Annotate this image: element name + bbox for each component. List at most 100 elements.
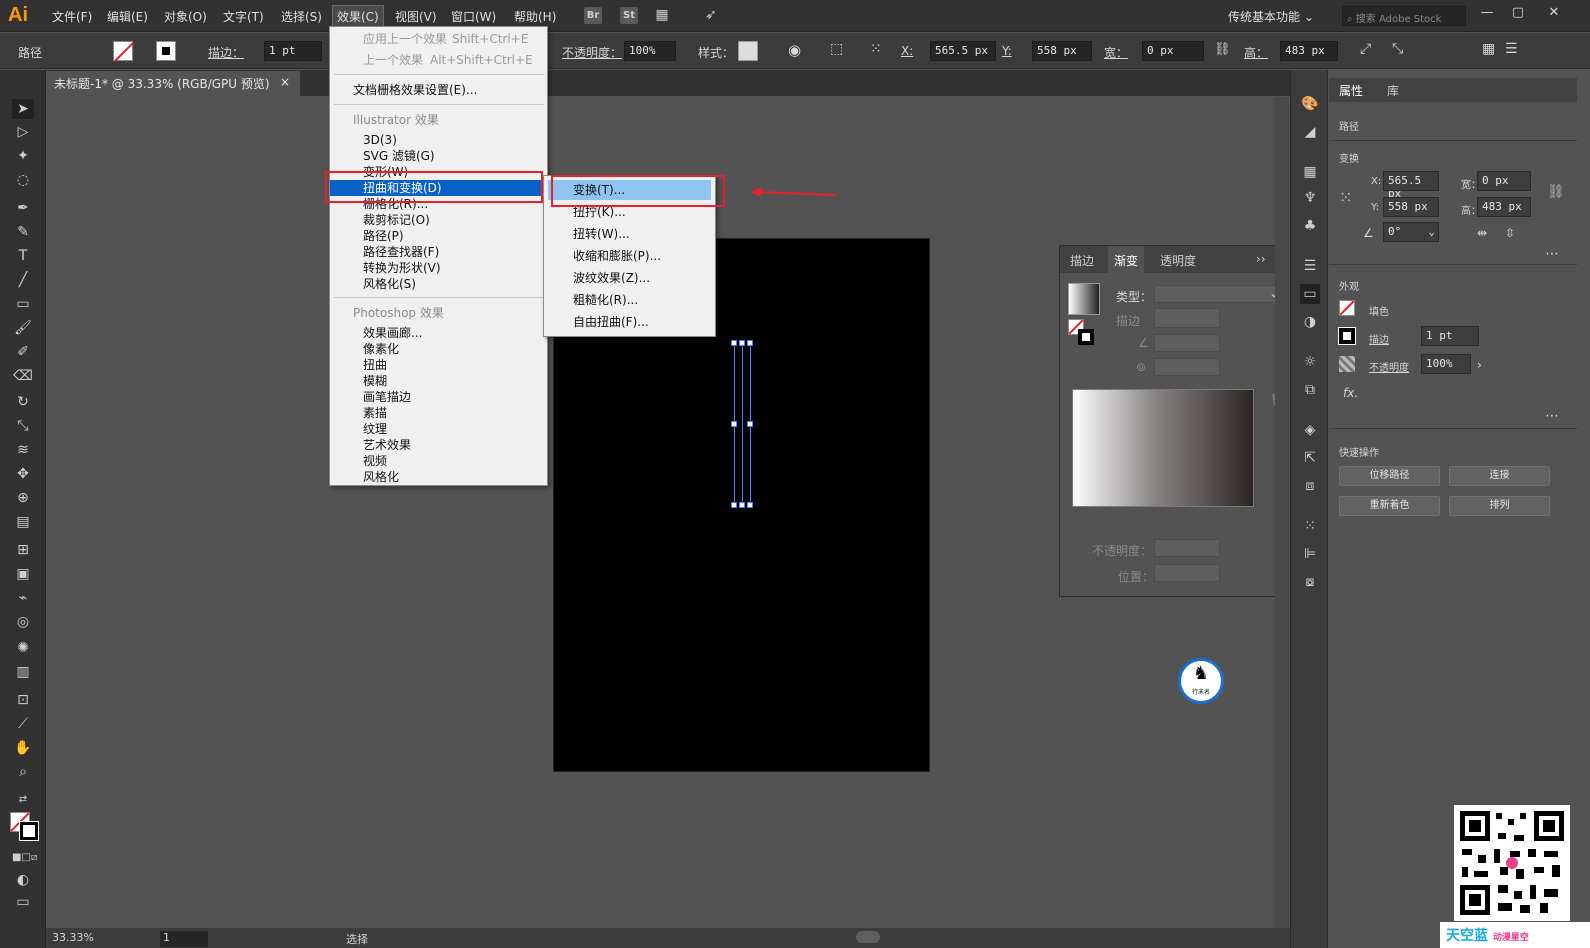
panel-grid-icon[interactable]: ▦	[1482, 41, 1495, 57]
magic-wand-tool-icon[interactable]: ✦	[12, 146, 34, 166]
menu-item-stylize-ps[interactable]: 风格化	[330, 469, 547, 485]
w-field[interactable]: 0 px	[1142, 41, 1204, 61]
eyedropper-tool-icon[interactable]: ⌁	[12, 588, 34, 608]
constrain-proportions-icon[interactable]: ⛓	[1547, 184, 1565, 200]
color-mode-icon[interactable]: ■□⧄	[12, 848, 37, 868]
menu-item-pathfinder[interactable]: 路径查找器(F)	[330, 244, 547, 260]
column-graph-tool-icon[interactable]: ▥	[12, 662, 34, 682]
menu-object[interactable]: 对象(O)	[164, 8, 207, 25]
horizontal-scrollbar-thumb[interactable]	[856, 931, 880, 943]
h-field[interactable]: 483 px	[1477, 197, 1531, 217]
gradient-type-select[interactable]: ⌄	[1154, 285, 1284, 303]
join-button[interactable]: 连接	[1449, 466, 1550, 486]
x-field[interactable]: 565.5 px	[930, 41, 996, 61]
workspace-switcher[interactable]: 传统基本功能 ⌄	[1228, 8, 1314, 25]
y-field[interactable]: 558 px	[1383, 197, 1439, 217]
more-options-icon[interactable]: ⋯	[1545, 408, 1559, 424]
tab-stroke[interactable]: 描边	[1070, 252, 1094, 269]
menu-window[interactable]: 窗口(W)	[451, 8, 496, 25]
graphic-styles-icon[interactable]: ⧉	[1300, 380, 1320, 400]
transform-icon[interactable]: ⤢	[1360, 41, 1371, 57]
arrange-button[interactable]: 排列	[1449, 496, 1550, 516]
x-field[interactable]: 565.5 px	[1383, 171, 1439, 200]
recolor-button[interactable]: 重新着色	[1339, 496, 1440, 516]
artboard-tool-icon[interactable]: ⊡	[12, 690, 34, 710]
symbols-icon[interactable]: ♣	[1300, 216, 1320, 236]
swap-colors-icon[interactable]: ⇄	[12, 790, 34, 810]
tab-transparency[interactable]: 透明度	[1160, 252, 1196, 269]
menu-item-crop-marks[interactable]: 裁剪标记(O)	[330, 212, 547, 228]
menu-item-convert-to-shape[interactable]: 转换为形状(V)	[330, 260, 547, 276]
stroke-swatch[interactable]	[156, 41, 176, 61]
menu-item-3d[interactable]: 3D(3)	[330, 132, 547, 148]
zoom-level[interactable]: 33.33%	[52, 931, 94, 944]
isolate-icon[interactable]: ⤡	[1392, 41, 1403, 57]
menu-item-blur[interactable]: 模糊	[330, 373, 547, 389]
selection-handle[interactable]	[731, 421, 737, 427]
symbol-sprayer-tool-icon[interactable]: ✺	[12, 638, 34, 658]
rotation-field[interactable]: 0° ⌄	[1383, 222, 1439, 242]
curvature-tool-icon[interactable]: ✎	[12, 222, 34, 242]
gradient-thumbnail[interactable]	[1068, 283, 1100, 315]
stroke-color-icon[interactable]	[19, 821, 39, 841]
close-tab-icon[interactable]: ×	[280, 75, 290, 89]
y-field[interactable]: 558 px	[1032, 41, 1092, 61]
menu-item-svg-filters[interactable]: SVG 滤镜(G)	[330, 148, 547, 164]
transparency-panel-icon[interactable]: ◑	[1300, 312, 1320, 332]
hand-tool-icon[interactable]: ✋	[12, 738, 34, 758]
expand-panel-icon[interactable]: ››	[1256, 252, 1266, 266]
fill-swatch[interactable]	[1339, 300, 1355, 316]
maximize-icon[interactable]: ▢	[1507, 4, 1529, 22]
minimize-icon[interactable]: —	[1476, 4, 1498, 22]
shape-builder-tool-icon[interactable]: ⊕	[12, 488, 34, 508]
gradient-preview[interactable]	[1072, 389, 1254, 507]
color-panel-icon[interactable]: 🎨	[1300, 94, 1320, 114]
h-field[interactable]: 483 px	[1280, 41, 1338, 61]
tab-gradient[interactable]: 渐变	[1108, 246, 1145, 273]
vertical-scrollbar[interactable]	[1275, 97, 1289, 928]
line-tool-icon[interactable]: ╱	[12, 270, 34, 290]
panel-menu-icon[interactable]: ☰	[1505, 41, 1518, 57]
reference-point-icon[interactable]: ⁙	[1339, 188, 1352, 207]
align-icon[interactable]: ⬚	[830, 41, 843, 57]
rotate-tool-icon[interactable]: ↻	[12, 392, 34, 412]
menu-item-raster-settings[interactable]: 文档栅格效果设置(E)...	[330, 82, 547, 98]
menu-help[interactable]: 帮助(H)	[514, 8, 556, 25]
menu-file[interactable]: 文件(F)	[52, 8, 92, 25]
menu-item-effect-gallery[interactable]: 效果画廊...	[330, 325, 547, 341]
selection-handle[interactable]	[747, 421, 753, 427]
gpu-rocket-icon[interactable]: ➶	[702, 7, 720, 24]
opacity-field[interactable]: 100%	[1421, 354, 1471, 374]
brushes-icon[interactable]: ♆	[1300, 188, 1320, 208]
swatches-icon[interactable]: ▦	[1300, 162, 1320, 182]
document-tab[interactable]: 未标题-1* @ 33.33% (RGB/GPU 预览) ×	[44, 71, 300, 97]
rectangle-tool-icon[interactable]: ▭	[12, 294, 34, 314]
selection-handle[interactable]	[747, 502, 753, 508]
tab-properties[interactable]: 属性	[1339, 82, 1363, 99]
stroke-panel-icon[interactable]: ☰	[1300, 256, 1320, 276]
fx-label[interactable]: fx.	[1343, 386, 1358, 400]
zoom-tool-icon[interactable]: ⌕	[12, 762, 34, 782]
menu-item-artistic[interactable]: 艺术效果	[330, 437, 547, 453]
eraser-tool-icon[interactable]: ⌫	[12, 366, 34, 386]
offset-path-button[interactable]: 位移路径	[1339, 466, 1440, 486]
menu-item-texture[interactable]: 纹理	[330, 421, 547, 437]
scale-tool-icon[interactable]: ⤡	[12, 416, 34, 436]
menu-edit[interactable]: 编辑(E)	[107, 8, 148, 25]
menu-item-stylize[interactable]: 风格化(S)	[330, 276, 547, 292]
selection-tool-icon[interactable]: ➤	[12, 99, 34, 119]
submenu-item-twist[interactable]: 扭转(W)...	[548, 224, 711, 244]
flip-vertical-icon[interactable]: ⇳	[1505, 226, 1515, 240]
menu-item-pixelate[interactable]: 像素化	[330, 341, 547, 357]
export-icon[interactable]: ⇱	[1300, 448, 1320, 468]
gradient-tool-icon[interactable]: ▣	[12, 564, 34, 584]
slice-tool-icon[interactable]: ⟋	[12, 714, 34, 734]
pathfinder-icon[interactable]: ⧇	[1300, 572, 1320, 592]
stroke-weight-field[interactable]: 1 pt	[1421, 326, 1479, 346]
layers-icon[interactable]: ◈	[1300, 420, 1320, 440]
stroke-weight-field[interactable]: 1 pt	[264, 41, 322, 61]
appearance-panel-icon[interactable]: ☼	[1300, 352, 1320, 372]
menu-item-brush-strokes[interactable]: 画笔描边	[330, 389, 547, 405]
fill-swatch[interactable]	[113, 41, 134, 62]
draw-mode-icon[interactable]: ◐	[12, 870, 34, 890]
